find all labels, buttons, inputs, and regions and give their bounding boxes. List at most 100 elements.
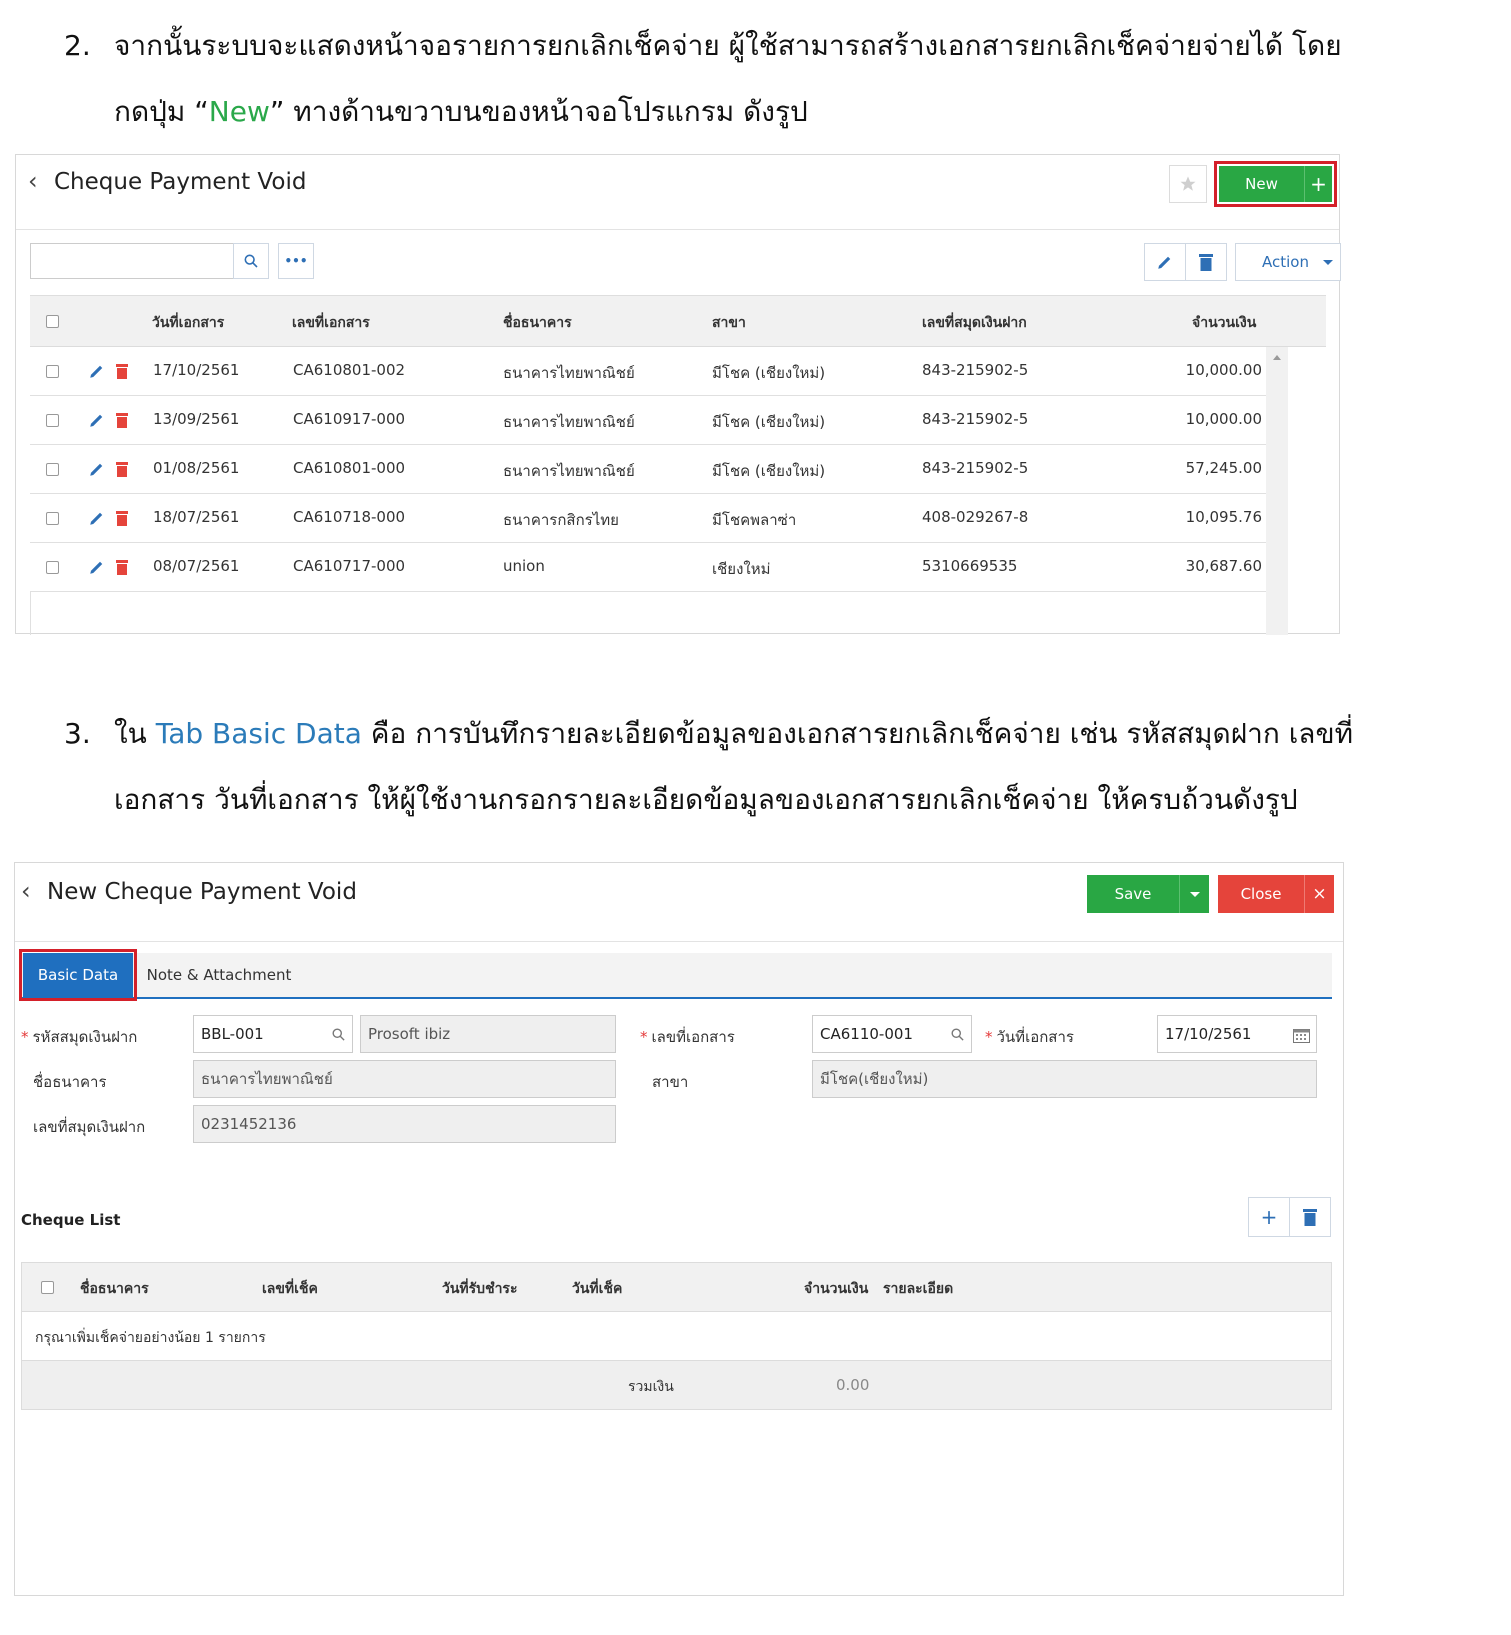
step-2-line-2: กดปุ่ม “New” ทางด้านขวาบนของหน้าจอโปรแกร… <box>114 95 808 128</box>
step-2-line-1: จากนั้นระบบจะแสดงหน้าจอรายการยกเลิกเช็คจ… <box>114 29 1342 62</box>
search-button[interactable] <box>233 243 269 279</box>
close-x-button[interactable]: × <box>1304 875 1334 913</box>
edit-row-icon[interactable] <box>88 558 106 576</box>
select-all-checkbox[interactable] <box>46 315 59 328</box>
scroll-up-arrow-icon[interactable] <box>1273 355 1281 360</box>
row-checkbox[interactable] <box>46 365 59 378</box>
row-account-no: 843-215902-5 <box>922 459 1029 477</box>
bank-field: ธนาคารไทยพาณิชย์ <box>193 1060 616 1098</box>
table-row[interactable]: 01/08/2561 CA610801-000 ธนาคารไทยพาณิชย์… <box>30 445 1326 494</box>
column-header-bank[interactable]: ชื่อธนาคาร <box>503 312 572 334</box>
delete-cheque-button[interactable] <box>1289 1197 1331 1237</box>
row-date: 01/08/2561 <box>153 459 240 477</box>
row-amount: 30,687.60 <box>1185 557 1262 575</box>
plus-icon: + <box>1310 172 1327 196</box>
row-checkbox[interactable] <box>46 561 59 574</box>
row-checkbox[interactable] <box>46 463 59 476</box>
favorite-star-button[interactable] <box>1169 165 1207 203</box>
row-bank: union <box>503 557 545 575</box>
row-doc-no: CA610718-000 <box>293 508 406 526</box>
table-row[interactable]: 13/09/2561 CA610917-000 ธนาคารไทยพาณิชย์… <box>30 396 1326 445</box>
tab-basic-data[interactable]: Basic Data <box>23 953 133 997</box>
delete-row-icon[interactable] <box>116 462 128 477</box>
page-title: Cheque Payment Void <box>54 169 307 195</box>
column-header-payment-date[interactable]: วันที่รับชำระ <box>442 1278 517 1300</box>
close-button[interactable]: Close <box>1218 875 1304 913</box>
caret-down-icon <box>1189 891 1200 897</box>
delete-row-icon[interactable] <box>116 511 128 526</box>
search-icon[interactable] <box>331 1027 346 1042</box>
row-account-no: 5310669535 <box>922 557 1018 575</box>
search-icon <box>244 254 258 268</box>
new-highlight-text: New <box>208 95 270 128</box>
column-header-date[interactable]: วันที่เอกสาร <box>152 312 224 334</box>
edit-button[interactable] <box>1144 243 1186 281</box>
table-row[interactable]: 08/07/2561 CA610717-000 union เชียงใหม่ … <box>30 543 1326 592</box>
step-3-number: 3. <box>64 717 91 750</box>
table-row[interactable]: 17/10/2561 CA610801-002 ธนาคารไทยพาณิชย์… <box>30 347 1326 396</box>
delete-row-icon[interactable] <box>116 364 128 379</box>
column-header-cheque-no[interactable]: เลขที่เช็ค <box>262 1278 318 1300</box>
edit-row-icon[interactable] <box>88 411 106 429</box>
list-table-body: 17/10/2561 CA610801-002 ธนาคารไทยพาณิชย์… <box>30 347 1326 635</box>
branch-label: สาขา <box>652 1073 689 1091</box>
delete-row-icon[interactable] <box>116 413 128 428</box>
back-chevron-icon[interactable]: ‹ <box>21 877 31 905</box>
column-header-bank[interactable]: ชื่อธนาคาร <box>80 1278 149 1300</box>
column-header-detail[interactable]: รายละเอียด <box>883 1278 953 1300</box>
cheque-table-empty-row: กรุณาเพิ่มเช็คจ่ายอย่างน้อย 1 รายการ <box>21 1312 1332 1360</box>
save-button[interactable]: Save <box>1087 875 1179 913</box>
search-input[interactable] <box>30 243 234 279</box>
action-dropdown-button[interactable]: Action <box>1235 243 1341 281</box>
row-date: 08/07/2561 <box>153 557 240 575</box>
vertical-scrollbar[interactable] <box>1266 347 1288 635</box>
edit-row-icon[interactable] <box>88 362 106 380</box>
doc-date-input[interactable]: 17/10/2561 <box>1157 1015 1317 1053</box>
total-label: รวมเงิน <box>628 1379 674 1395</box>
header-divider <box>15 941 1343 942</box>
account-name-value: Prosoft ibiz <box>368 1025 451 1043</box>
select-all-checkbox[interactable] <box>41 1281 54 1294</box>
edit-row-icon[interactable] <box>88 460 106 478</box>
pencil-icon <box>1158 256 1171 269</box>
column-header-account-no[interactable]: เลขที่สมุดเงินฝาก <box>922 312 1027 334</box>
close-button-label: Close <box>1240 885 1282 903</box>
column-header-cheque-date[interactable]: วันที่เช็ค <box>572 1278 622 1300</box>
edit-row-icon[interactable] <box>88 509 106 527</box>
step-3-paragraph: 3. ใน Tab Basic Data คือ การบันทึกรายละเ… <box>60 702 1360 832</box>
tab-note-attachment[interactable]: Note & Attachment <box>139 953 299 997</box>
add-cheque-button[interactable]: + <box>1248 1197 1290 1237</box>
row-divider <box>30 591 1266 592</box>
save-dropdown-button[interactable] <box>1179 875 1209 913</box>
new-button[interactable]: New <box>1219 166 1304 202</box>
row-checkbox[interactable] <box>46 512 59 525</box>
account-no-label: เลขที่สมุดเงินฝาก <box>33 1118 146 1136</box>
column-header-branch[interactable]: สาขา <box>712 312 746 334</box>
more-options-button[interactable]: ••• <box>278 243 314 279</box>
row-bank: ธนาคารกสิกรไทย <box>503 511 619 529</box>
row-account-no: 843-215902-5 <box>922 410 1029 428</box>
row-branch: มีโชคพลาซ่า <box>712 511 797 529</box>
row-bank: ธนาคารไทยพาณิชย์ <box>503 462 635 480</box>
account-code-input[interactable]: BBL-001 <box>193 1015 353 1053</box>
row-checkbox[interactable] <box>46 414 59 427</box>
back-chevron-icon[interactable]: ‹ <box>28 167 38 195</box>
column-header-doc-no[interactable]: เลขที่เอกสาร <box>292 312 370 334</box>
calendar-icon[interactable] <box>1293 1027 1310 1043</box>
row-amount: 10,000.00 <box>1185 410 1262 428</box>
column-header-amount[interactable]: จำนวนเงิน <box>804 1278 868 1300</box>
row-branch: มีโชค (เชียงใหม่) <box>712 413 826 431</box>
cheque-table-footer: รวมเงิน 0.00 <box>21 1360 1332 1410</box>
search-icon[interactable] <box>950 1027 965 1042</box>
column-header-amount[interactable]: จำนวนเงิน <box>1192 312 1256 334</box>
tab-bar: Basic Data Note & Attachment <box>19 949 1332 1001</box>
bank-label: ชื่อธนาคาร <box>33 1073 107 1091</box>
row-branch: มีโชค (เชียงใหม่) <box>712 364 826 382</box>
delete-button[interactable] <box>1185 243 1227 281</box>
delete-row-icon[interactable] <box>116 560 128 575</box>
caret-down-icon <box>1322 259 1333 265</box>
cheque-payment-void-list-screen: ‹ Cheque Payment Void New + ••• Action ว… <box>15 154 1341 635</box>
doc-no-input[interactable]: CA6110-001 <box>812 1015 972 1053</box>
new-plus-button[interactable]: + <box>1304 166 1332 202</box>
table-row[interactable]: 18/07/2561 CA610718-000 ธนาคารกสิกรไทย ม… <box>30 494 1326 543</box>
